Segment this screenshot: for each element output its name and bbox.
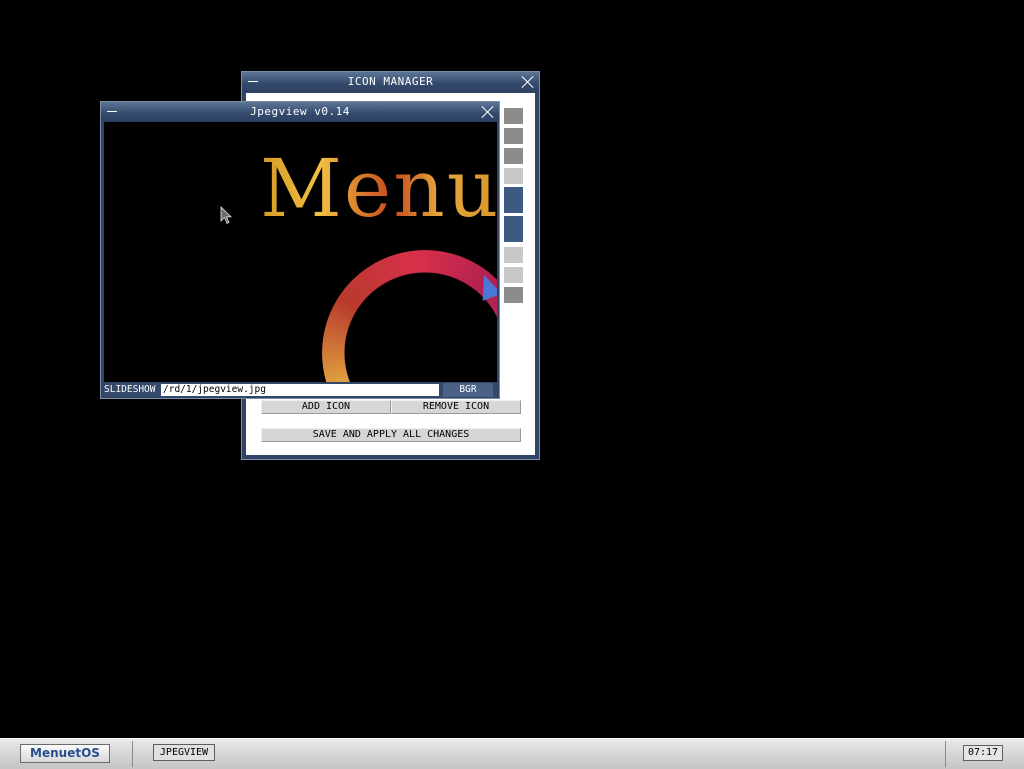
desktop: { "icon_manager": { "title": "ICON MANAG…	[0, 0, 1024, 769]
taskbar-item-jpegview[interactable]: JPEGVIEW	[153, 744, 215, 761]
bgr-button[interactable]: BGR	[443, 383, 493, 397]
mouse-cursor-icon	[220, 206, 232, 225]
clock: 07:17	[963, 745, 1003, 761]
image-logo-text: Menu	[260, 149, 497, 229]
jpegview-statusbar: SLIDESHOW /rd/1/jpegview.jpg BGR	[104, 383, 497, 397]
file-path-input[interactable]: /rd/1/jpegview.jpg	[161, 384, 439, 396]
icon-list-item-selected[interactable]	[504, 216, 523, 242]
menuetos-start-button[interactable]: MenuetOS	[20, 744, 110, 763]
icon-list-item-selected[interactable]	[504, 187, 523, 213]
jpegview-titlebar[interactable]: Jpegview v0.14	[101, 102, 499, 122]
close-icon[interactable]	[521, 75, 535, 89]
icon-list-item[interactable]	[504, 108, 523, 124]
image-ring-graphic	[322, 250, 497, 382]
minimize-icon[interactable]	[248, 81, 258, 82]
icon-list-item[interactable]	[504, 267, 523, 283]
remove-icon-button[interactable]: REMOVE ICON	[391, 400, 521, 414]
taskbar-divider	[132, 741, 133, 767]
taskbar: MenuetOS JPEGVIEW 07:17	[0, 738, 1024, 769]
icon-manager-titlebar[interactable]: ICON MANAGER	[242, 72, 539, 92]
slideshow-button[interactable]: SLIDESHOW	[104, 383, 161, 397]
minimize-icon[interactable]	[107, 111, 117, 112]
taskbar-divider	[945, 741, 946, 767]
jpegview-window: Jpegview v0.14 Menu SLIDESHOW /rd/1/jpeg…	[100, 101, 500, 399]
image-canvas: Menu	[104, 122, 497, 382]
icon-manager-title: ICON MANAGER	[347, 75, 434, 88]
icon-list-item[interactable]	[504, 128, 523, 144]
icon-list-item[interactable]	[504, 287, 523, 303]
icon-list-item[interactable]	[504, 168, 523, 184]
icon-list-item[interactable]	[504, 247, 523, 263]
jpegview-title: Jpegview v0.14	[250, 105, 350, 118]
save-apply-button[interactable]: SAVE AND APPLY ALL CHANGES	[261, 428, 521, 442]
close-icon[interactable]	[481, 105, 495, 119]
add-icon-button[interactable]: ADD ICON	[261, 400, 391, 414]
icon-list-item[interactable]	[504, 148, 523, 164]
